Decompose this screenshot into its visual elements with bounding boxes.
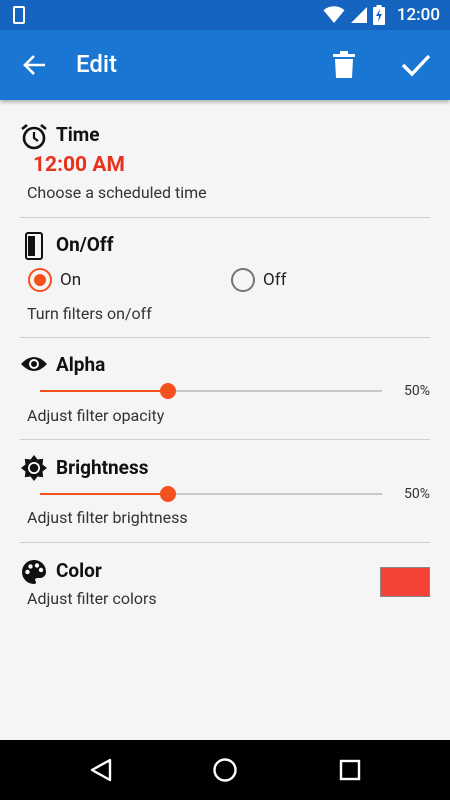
trash-icon — [333, 51, 355, 78]
back-button[interactable] — [14, 45, 54, 85]
phone-toggle-icon — [20, 232, 48, 260]
navigation-bar — [0, 740, 450, 800]
arrow-back-icon — [23, 55, 45, 75]
alpha-description: Adjust filter opacity — [27, 406, 165, 425]
radio-off[interactable]: Off — [231, 268, 287, 292]
alpha-title: Alpha — [56, 353, 106, 376]
brightness-slider-thumb[interactable] — [160, 486, 177, 502]
color-swatch[interactable] — [380, 567, 430, 597]
nav-back-button[interactable] — [86, 755, 116, 785]
alarm-clock-icon — [20, 123, 48, 151]
square-recents-icon — [339, 759, 361, 781]
color-section[interactable]: Color Adjust filter colors — [20, 543, 430, 623]
brightness-section: Brightness 50% Adjust filter brightness — [20, 440, 430, 543]
alpha-slider[interactable] — [40, 383, 382, 399]
status-time: 12:00 — [396, 5, 440, 25]
circle-home-icon — [213, 758, 237, 782]
eye-icon — [20, 350, 48, 378]
radio-on[interactable]: On — [28, 268, 81, 292]
time-section[interactable]: Time 12:00 AM Choose a scheduled time — [20, 118, 430, 218]
color-title: Color — [56, 559, 102, 582]
status-bar: 12:00 — [0, 0, 450, 30]
brightness-title: Brightness — [56, 456, 149, 479]
time-title: Time — [56, 123, 100, 146]
alpha-slider-thumb[interactable] — [160, 383, 177, 399]
onoff-title: On/Off — [56, 233, 114, 256]
battery-charging-icon — [372, 5, 385, 25]
page-title: Edit — [76, 50, 117, 78]
brightness-icon — [20, 454, 48, 482]
color-description: Adjust filter colors — [27, 589, 157, 608]
radio-off-label: Off — [263, 270, 287, 290]
time-value[interactable]: 12:00 AM — [33, 153, 125, 177]
time-description: Choose a scheduled time — [27, 183, 207, 202]
confirm-button[interactable] — [396, 45, 436, 85]
settings-content: Time 12:00 AM Choose a scheduled time On… — [0, 100, 450, 740]
alpha-section: Alpha 50% Adjust filter opacity — [20, 338, 430, 440]
palette-icon — [20, 558, 48, 586]
alpha-slider-fill — [40, 390, 169, 392]
triangle-back-icon — [90, 758, 112, 782]
cell-signal-icon — [350, 7, 367, 23]
phone-icon — [13, 6, 25, 24]
onoff-description: Turn filters on/off — [27, 304, 152, 323]
app-bar: Edit — [0, 30, 450, 100]
nav-home-button[interactable] — [210, 755, 240, 785]
radio-off-circle — [231, 268, 255, 292]
nav-recents-button[interactable] — [335, 755, 365, 785]
wifi-icon — [323, 6, 345, 23]
brightness-value: 50% — [404, 486, 430, 502]
brightness-slider[interactable] — [40, 486, 382, 502]
delete-button[interactable] — [324, 45, 364, 85]
radio-on-label: On — [60, 270, 82, 290]
brightness-slider-fill — [40, 493, 169, 495]
brightness-description: Adjust filter brightness — [27, 508, 188, 527]
onoff-section: On/Off On Off Turn filters on/off — [20, 218, 430, 338]
check-icon — [401, 54, 431, 77]
radio-on-circle — [28, 268, 52, 292]
alpha-value: 50% — [404, 383, 430, 399]
